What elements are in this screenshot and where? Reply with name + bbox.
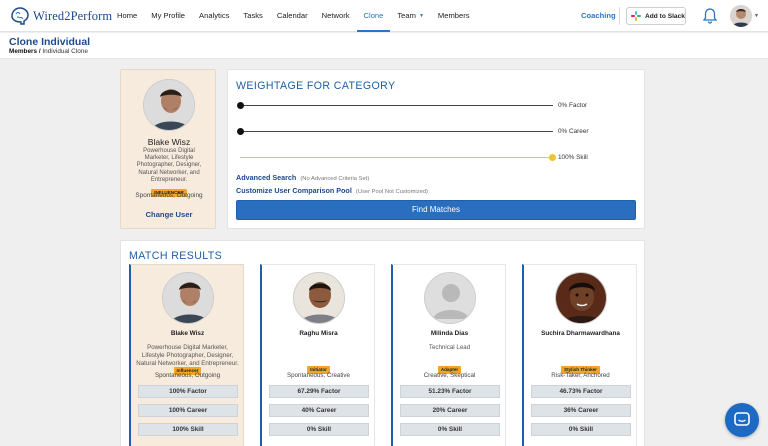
career-slider-handle[interactable] <box>237 128 244 135</box>
profile-avatar <box>143 79 195 131</box>
match-skill-stat: 0% Skill <box>400 423 500 436</box>
match-results-title: MATCH RESULTS <box>129 250 223 262</box>
slack-icon <box>631 11 641 21</box>
find-matches-button[interactable]: Find Matches <box>236 200 636 220</box>
skill-slider-handle[interactable] <box>549 154 556 161</box>
customize-pool-note: (User Pool Not Customized) <box>355 189 428 195</box>
match-card-suchira-dharmawardhana[interactable]: Suchira Dharmawardhana Stylish Thinker R… <box>522 264 637 446</box>
breadcrumb: Members / Individual Clone <box>9 48 88 55</box>
advanced-search-link[interactable]: Advanced Search <box>236 173 296 182</box>
page-title: Clone Individual <box>9 36 91 48</box>
match-card-milinda-dias[interactable]: Milinda Dias Technical Lead Adapter Crea… <box>391 264 506 446</box>
profile-traits: Spontaneous, Outgoing <box>135 192 203 199</box>
match-photo <box>294 273 344 323</box>
factor-slider-handle[interactable] <box>237 102 244 109</box>
user-avatar-image <box>730 5 752 27</box>
match-factor-stat: 100% Factor <box>138 385 238 398</box>
brain-logo-icon <box>11 7 29 25</box>
match-factor-stat: 67.29% Factor <box>269 385 369 398</box>
match-factor-stat: 46.73% Factor <box>531 385 631 398</box>
nav-network[interactable]: Network <box>315 0 357 32</box>
match-career-stat: 100% Career <box>138 404 238 417</box>
match-name: Raghu Misra <box>299 330 338 337</box>
factor-slider-track[interactable] <box>240 105 553 106</box>
user-avatar[interactable] <box>730 5 752 27</box>
profile-name: Blake Wisz <box>147 137 191 147</box>
nav-members[interactable]: Members <box>431 0 477 32</box>
match-career-stat: 20% Career <box>400 404 500 417</box>
skill-slider-track[interactable] <box>240 157 553 158</box>
breadcrumb-members[interactable]: Members / <box>9 48 41 55</box>
nav-analytics[interactable]: Analytics <box>192 0 236 32</box>
match-name: Suchira Dharmawardhana <box>541 330 620 337</box>
weightage-card: WEIGHTAGE FOR CATEGORY 0% Factor 0% Care… <box>227 69 645 229</box>
skill-slider-value: 100% Skill <box>558 154 588 161</box>
nav-team-label: Team <box>397 11 416 20</box>
match-avatar <box>555 272 607 324</box>
nav-calendar[interactable]: Calendar <box>270 0 315 32</box>
nav-divider <box>619 7 620 25</box>
match-traits: Spontaneous, Outgoing <box>154 372 221 379</box>
nav-tasks[interactable]: Tasks <box>236 0 269 32</box>
chat-icon <box>734 412 750 426</box>
page-header: Clone Individual Members / Individual Cl… <box>0 33 768 59</box>
match-card-raghu-misra[interactable]: Raghu Misra Initiator Spontaneous, Creat… <box>260 264 375 446</box>
match-avatar <box>293 272 345 324</box>
top-navbar: Wired2Perform Home My Profile Analytics … <box>0 0 768 32</box>
slack-button-label: Add to Slack <box>645 12 685 20</box>
match-title: Technical Lead <box>428 344 471 351</box>
profile-photo <box>144 80 194 130</box>
career-slider[interactable]: 0% Career <box>236 127 636 137</box>
match-career-stat: 40% Career <box>269 404 369 417</box>
match-photo <box>556 273 606 323</box>
nav-home[interactable]: Home <box>110 0 144 32</box>
match-card-blake-wisz[interactable]: Blake Wisz Powerhouse Digital Marketer, … <box>129 264 244 446</box>
breadcrumb-current: Individual Clone <box>42 48 88 55</box>
match-name: Blake Wisz <box>170 330 205 337</box>
match-skill-stat: 0% Skill <box>531 423 631 436</box>
brand-name: Wired2Perform <box>33 8 113 23</box>
match-traits: Creative, Skeptical <box>423 372 476 379</box>
main-nav: Home My Profile Analytics Tasks Calendar… <box>110 0 477 32</box>
career-slider-value: 0% Career <box>558 128 589 135</box>
brand-logo[interactable]: Wired2Perform <box>8 6 112 26</box>
skill-slider[interactable]: 100% Skill <box>236 153 636 163</box>
match-career-stat: 36% Career <box>531 404 631 417</box>
coaching-link[interactable]: Coaching <box>581 0 616 32</box>
factor-slider[interactable]: 0% Factor <box>236 101 636 111</box>
nav-my-profile[interactable]: My Profile <box>144 0 192 32</box>
chevron-down-icon: ▼ <box>418 13 424 19</box>
match-avatar <box>162 272 214 324</box>
default-avatar-icon <box>425 273 475 323</box>
match-traits: Spontaneous, Creative <box>287 372 350 379</box>
match-skill-stat: 0% Skill <box>269 423 369 436</box>
match-factor-stat: 51.23% Factor <box>400 385 500 398</box>
bell-icon[interactable] <box>703 8 717 24</box>
match-skill-stat: 100% Skill <box>138 423 238 436</box>
change-user-link[interactable]: Change User <box>121 210 217 219</box>
match-avatar <box>424 272 476 324</box>
customize-pool-link[interactable]: Customize User Comparison Pool <box>236 186 352 195</box>
career-slider-track[interactable] <box>240 131 553 132</box>
chat-launcher-button[interactable] <box>725 403 759 437</box>
match-name: Milinda Dias <box>430 330 469 337</box>
user-menu-chevron-icon[interactable]: ▼ <box>754 13 759 19</box>
factor-slider-value: 0% Factor <box>558 102 588 109</box>
profile-description: Powerhouse Digital Marketer, Lifestyle P… <box>136 148 202 183</box>
match-photo <box>163 273 213 323</box>
customize-pool: Customize User Comparison Pool (User Pool… <box>236 186 428 195</box>
advanced-search: Advanced Search (No Advanced Criteria Set… <box>236 173 369 182</box>
nav-team[interactable]: Team ▼ <box>390 0 431 32</box>
match-traits: Risk-Taker, Anchored <box>551 372 610 379</box>
match-results-card: MATCH RESULTS Blake Wisz Powerhouse Digi… <box>120 240 645 446</box>
weightage-title: WEIGHTAGE FOR CATEGORY <box>236 80 396 92</box>
add-to-slack-button[interactable]: Add to Slack <box>626 7 686 25</box>
selected-profile-card: Blake Wisz Powerhouse Digital Marketer, … <box>120 69 216 229</box>
advanced-search-note: (No Advanced Criteria Set) <box>300 176 370 182</box>
nav-clone[interactable]: Clone <box>356 0 391 32</box>
